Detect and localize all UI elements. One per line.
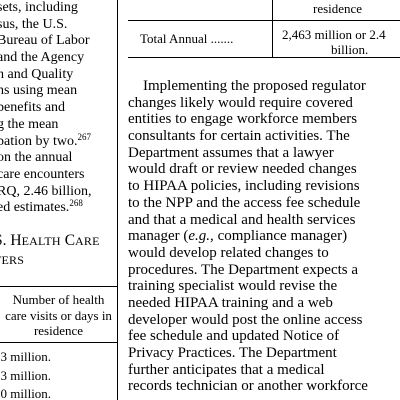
body-paragraph: Implementing the proposed regulator chan… (128, 78, 400, 395)
paragraph-line: entities to engage workforce members (128, 111, 358, 128)
table-header-cell: residence (313, 1, 363, 16)
paragraph-line: would develop related changes to (128, 244, 329, 261)
italic-text: e.g., (188, 228, 214, 245)
table-rule (0, 286, 117, 287)
table-cell: 23 million. (0, 349, 52, 364)
paragraph-line: to HIPAA policies, including revisions (128, 178, 360, 195)
table-cell: 03 million. (0, 367, 52, 383)
left-line: care encounters (0, 166, 85, 182)
paragraph-line: Privacy Practices. The Department (128, 345, 337, 361)
table-cell: 00 million. (0, 386, 52, 400)
left-line: ed estimates.268 (0, 198, 83, 216)
paragraph-line: needed HIPAA training and a web (128, 294, 333, 311)
document-page: sets, including sus, the U.S. Bureau of … (0, 0, 400, 400)
paragraph-line: to the NPP and the access fee schedule (128, 194, 361, 211)
total-label: Total Annual ....... (140, 31, 234, 46)
paragraph-line: Implementing the proposed regulator (128, 78, 366, 94)
summary-table: residence Total Annual ....... 2,463 mil… (128, 0, 400, 58)
left-line: sus, the U.S. (0, 16, 68, 32)
total-value: 2,463 million or 2.4 billion. (282, 27, 386, 57)
paragraph-line: procedures. The Department expects a (128, 261, 359, 278)
left-paragraph: sets, including sus, the U.S. Bureau of … (0, 0, 117, 217)
table-column-header: Number of health care visits or days in … (5, 292, 112, 338)
left-line: ns using mean (0, 83, 78, 99)
table-heading-line: S. HEALTH CARE (0, 232, 100, 249)
paragraph-line: further anticipates that a medical (128, 361, 325, 378)
left-line: sets, including (0, 0, 78, 15)
paragraph-line: fee schedule and updated Notice of (128, 328, 340, 345)
paragraph-line: training specialist would revise the (128, 278, 338, 295)
paragraph-line: changes likely would require covered (128, 94, 353, 111)
paragraph-line: and that a medical and health services (128, 211, 356, 228)
paragraph-line: developer would post the online access (128, 311, 363, 328)
left-line: g the mean (0, 116, 59, 132)
right-column: residence Total Annual ....... 2,463 mil… (128, 0, 400, 400)
table-rule (128, 20, 400, 21)
left-line: on the annual (0, 150, 73, 166)
left-line: Bureau of Labor (0, 33, 90, 49)
paragraph-line: manager (e.g., compliance manager) (128, 228, 348, 245)
left-line: pation by two.267 (0, 131, 92, 149)
left-column: sets, including sus, the U.S. Bureau of … (0, 0, 117, 400)
table-heading-line: TERS (0, 253, 25, 267)
paragraph-line: Department assumes that a lawyer (128, 144, 334, 161)
paragraph-line: records technician or another workforce (128, 378, 368, 395)
table-rule (128, 57, 400, 58)
paragraph-line: would draft or review needed changes (128, 161, 357, 178)
paragraph-line: consultants for certain activities. The (128, 128, 350, 145)
table-heading: S. HEALTH CARE TERS (0, 232, 117, 269)
footnote-ref[interactable]: 267 (78, 132, 92, 142)
left-line: benefits and (0, 100, 66, 116)
left-line: h and Quality (0, 66, 74, 82)
table-rule (0, 342, 117, 343)
footnote-ref[interactable]: 268 (69, 198, 83, 208)
left-line: RQ, 2.46 billion, (0, 183, 92, 199)
table-body: 23 million. 03 million. 00 million. (0, 348, 117, 400)
table-rule (272, 0, 273, 58)
column-divider (117, 0, 118, 400)
left-line: and the Agency (0, 50, 85, 66)
